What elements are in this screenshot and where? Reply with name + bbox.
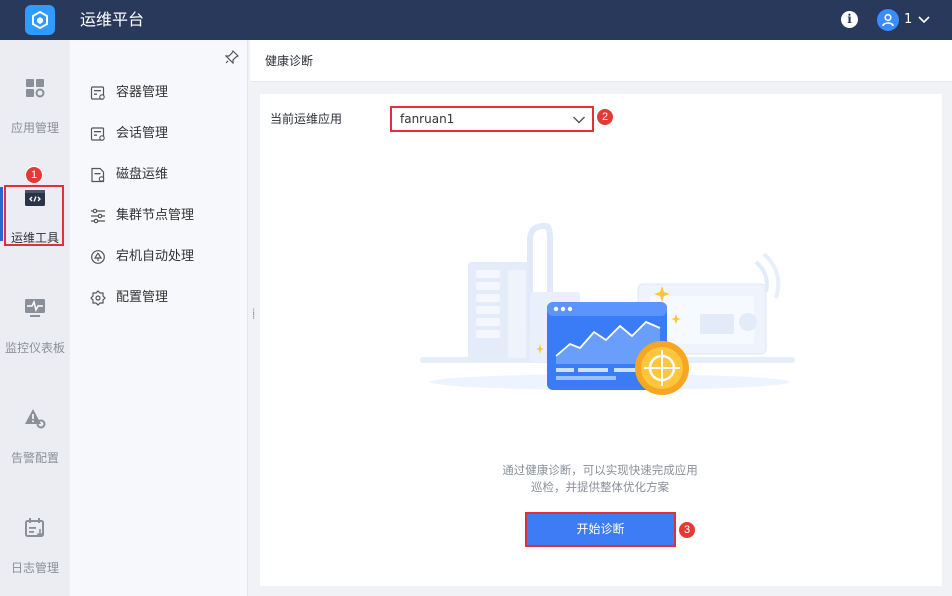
user-avatar-icon[interactable] bbox=[877, 9, 899, 31]
step-badge-2: 2 bbox=[596, 108, 614, 126]
page-title: 健康诊断 bbox=[265, 54, 314, 68]
step-badge-1: 1 bbox=[25, 166, 43, 184]
start-diagnosis-button[interactable]: 开始诊断 bbox=[525, 512, 676, 547]
submenu-item-cluster-nodes[interactable]: 集群节点管理 bbox=[70, 198, 248, 234]
disk-icon bbox=[91, 167, 105, 183]
diagnosis-description: 通过健康诊断，可以实现快速完成应用 巡检，并提供整体优化方案 bbox=[470, 462, 730, 496]
resize-handle[interactable]: ⁞ ⁞ bbox=[252, 308, 255, 322]
submenu-item-label: 配置管理 bbox=[116, 290, 169, 305]
submenu-item-label: 宕机自动处理 bbox=[116, 249, 195, 264]
pin-icon[interactable] bbox=[225, 50, 239, 64]
chevron-down-icon[interactable] bbox=[917, 12, 931, 26]
submenu-item-label: 集群节点管理 bbox=[116, 208, 195, 223]
step-badge-3: 3 bbox=[678, 521, 696, 539]
info-icon[interactable]: i bbox=[841, 11, 858, 28]
rail-item-label: 日志管理 bbox=[10, 561, 59, 575]
description-line: 通过健康诊断，可以实现快速完成应用 bbox=[502, 463, 698, 477]
page-header: 健康诊断 bbox=[250, 40, 952, 82]
monitor-pulse-icon bbox=[25, 299, 45, 317]
app-title: 运维平台 bbox=[80, 10, 145, 29]
calendar-log-icon bbox=[25, 518, 44, 538]
submenu-item-label: 会话管理 bbox=[116, 126, 169, 141]
apps-grid-icon bbox=[26, 79, 45, 98]
app-select[interactable]: fanruan1 bbox=[390, 106, 594, 132]
submenu-item-auto-recover[interactable]: 宕机自动处理 bbox=[70, 239, 248, 275]
rail-item-label: 告警配置 bbox=[10, 451, 59, 465]
secondary-menu: 容器管理 会话管理 磁盘运维 集群节点管理 宕机自动处理 配置管理 bbox=[70, 40, 248, 596]
rail-item-alerts[interactable]: 告警配置 bbox=[0, 407, 70, 477]
warning-gear-icon bbox=[25, 409, 46, 429]
rail-item-apps[interactable]: 应用管理 bbox=[0, 77, 70, 147]
auto-recover-icon bbox=[91, 250, 105, 264]
session-icon bbox=[90, 127, 105, 141]
rail-item-logs[interactable]: 日志管理 bbox=[0, 517, 70, 587]
diagnosis-illustration bbox=[420, 223, 795, 395]
submenu-item-config[interactable]: 配置管理 bbox=[70, 280, 248, 316]
submenu-item-disk[interactable]: 磁盘运维 bbox=[70, 157, 248, 193]
submenu-item-session[interactable]: 会话管理 bbox=[70, 116, 248, 152]
current-app-label: 当前运维应用 bbox=[270, 112, 343, 126]
submenu-item-container[interactable]: 容器管理 bbox=[70, 75, 248, 111]
highlight-box-ops-tools bbox=[4, 185, 64, 246]
submenu-item-label: 磁盘运维 bbox=[116, 167, 169, 182]
app-select-value: fanruan1 bbox=[400, 112, 455, 126]
logo-icon[interactable] bbox=[25, 5, 55, 35]
rail-item-label: 应用管理 bbox=[10, 121, 59, 135]
container-icon bbox=[90, 86, 105, 100]
top-bar: 运维平台 i 1 bbox=[0, 0, 952, 40]
user-name[interactable]: 1 bbox=[904, 0, 912, 40]
config-gear-icon bbox=[90, 290, 106, 306]
submenu-item-label: 容器管理 bbox=[116, 85, 169, 100]
rail-item-label: 监控仪表板 bbox=[4, 341, 65, 355]
description-line: 巡检，并提供整体优化方案 bbox=[531, 480, 669, 494]
chevron-down-icon bbox=[573, 116, 585, 124]
left-rail: 应用管理 运维工具 监控仪表板 告警配置 日志管理 bbox=[0, 40, 70, 596]
sliders-icon bbox=[91, 208, 105, 224]
rail-item-monitor[interactable]: 监控仪表板 bbox=[0, 297, 70, 367]
